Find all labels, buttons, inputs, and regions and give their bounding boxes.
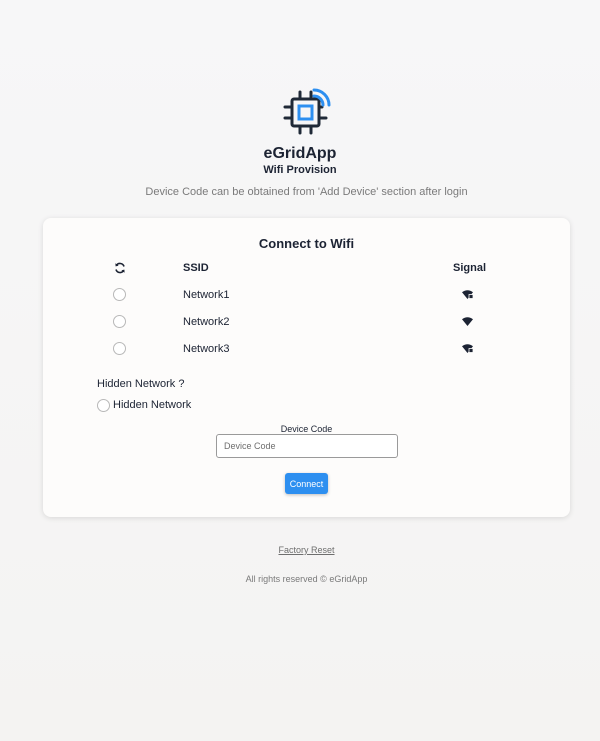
hidden-network-radio[interactable] [97,399,110,412]
connect-button[interactable]: Connect [285,473,328,494]
device-code-label: Device Code [280,424,333,434]
ssid-column-header: SSID [183,262,209,274]
network-radio[interactable] [113,288,126,301]
hidden-network-question: Hidden Network ? [97,378,185,390]
device-code-hint: Device Code can be obtained from 'Add De… [145,186,468,198]
factory-reset-link[interactable]: Factory Reset [0,545,600,555]
device-code-input[interactable] [216,434,398,458]
connect-card: Connect to Wifi SSID Signal Network1 Net… [43,218,570,517]
network-row[interactable]: Network3 [43,338,570,360]
hidden-network-label[interactable]: Hidden Network [113,399,191,411]
network-radio[interactable] [113,315,126,328]
network-radio[interactable] [113,342,126,355]
network-ssid: Network3 [183,343,230,355]
network-ssid: Network1 [183,289,230,301]
copyright-text: All rights reserved © eGridApp [245,574,368,584]
page-subtitle: Wifi Provision [263,164,337,176]
wifi-lock-icon [462,290,473,299]
card-title: Connect to Wifi [258,236,355,251]
network-row[interactable]: Network2 [43,311,570,333]
network-ssid: Network2 [183,316,230,328]
signal-column-header: Signal [453,262,487,274]
wifi-lock-icon [462,344,473,353]
wifi-icon [462,317,473,326]
chip-wifi-icon [283,88,331,135]
refresh-icon[interactable] [114,262,126,274]
network-row[interactable]: Network1 [43,284,570,306]
app-name: eGridApp [263,145,337,162]
